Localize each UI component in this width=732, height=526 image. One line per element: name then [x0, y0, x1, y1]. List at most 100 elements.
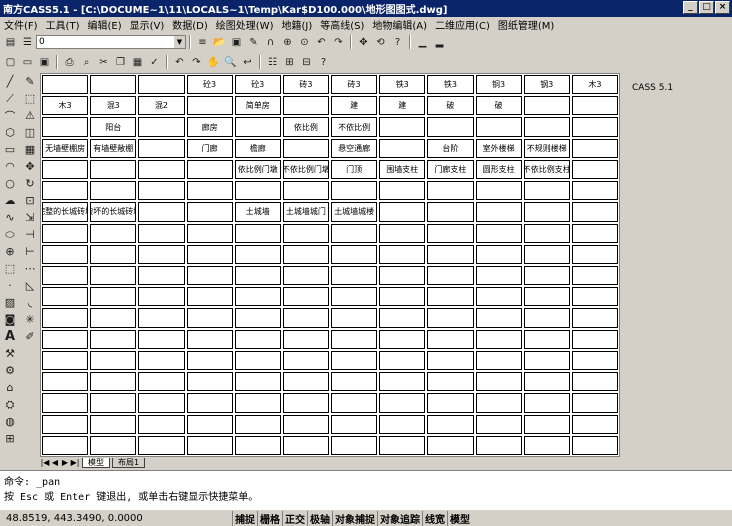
undo-icon[interactable]: ↶: [314, 35, 329, 50]
tool2-icon[interactable]: ⚙: [0, 362, 20, 379]
layer-freeze-icon[interactable]: ▁: [415, 35, 430, 50]
maximize-button[interactable]: □: [699, 1, 714, 14]
status-osnap[interactable]: 对象捕捉: [332, 511, 377, 526]
tab-last-button[interactable]: ▶|: [70, 458, 80, 467]
menu-item-6[interactable]: 地籍(J): [277, 17, 316, 32]
tool-palette-icon[interactable]: ⊟: [299, 55, 314, 70]
menu-item-1[interactable]: 工具(T): [42, 17, 84, 32]
status-polar[interactable]: 极轴: [307, 511, 332, 526]
close-button[interactable]: ×: [715, 1, 730, 14]
redo2-icon[interactable]: ↷: [189, 55, 204, 70]
print-icon[interactable]: ⎙: [62, 55, 77, 70]
tab-first-button[interactable]: |◀: [40, 458, 50, 467]
spline-icon[interactable]: ∿: [0, 209, 20, 226]
fillet-icon[interactable]: ◟: [20, 294, 40, 311]
break-icon[interactable]: ⋯: [20, 260, 40, 277]
open-icon[interactable]: ▭: [20, 55, 35, 70]
mirror-icon[interactable]: ⚠: [20, 107, 40, 124]
insert-icon[interactable]: ⊕: [0, 243, 20, 260]
menu-item-9[interactable]: 二维应用(C): [431, 17, 494, 32]
point-icon[interactable]: ·: [0, 277, 20, 294]
explode-icon[interactable]: ✳: [20, 311, 40, 328]
copy-icon[interactable]: ❐: [113, 55, 128, 70]
chamfer-icon[interactable]: ◺: [20, 277, 40, 294]
rectangle-icon[interactable]: ▭: [0, 141, 20, 158]
polyline-icon[interactable]: ⌒: [0, 107, 20, 124]
pencil-icon[interactable]: ✎: [246, 35, 261, 50]
undo2-icon[interactable]: ↶: [172, 55, 187, 70]
menu-item-2[interactable]: 编辑(E): [83, 17, 125, 32]
design-center-icon[interactable]: ⊞: [282, 55, 297, 70]
mtext-icon[interactable]: A: [0, 328, 20, 345]
status-otrack[interactable]: 对象追踪: [377, 511, 422, 526]
block-icon[interactable]: ⬚: [0, 260, 20, 277]
menu-item-10[interactable]: 图纸管理(M): [494, 17, 558, 32]
layer-props-icon[interactable]: ☰: [20, 35, 35, 50]
move2-icon[interactable]: ✥: [20, 158, 40, 175]
zoom-prev-icon[interactable]: ↩: [240, 55, 255, 70]
polygon-icon[interactable]: ⬡: [0, 124, 20, 141]
region-icon[interactable]: ◙: [0, 311, 20, 328]
menu-item-7[interactable]: 等高线(S): [316, 17, 368, 32]
menu-item-0[interactable]: 文件(F): [0, 17, 42, 32]
copy-tool-icon[interactable]: ⬚: [20, 90, 40, 107]
new-file-icon[interactable]: ▢: [3, 55, 18, 70]
match-icon[interactable]: ✓: [147, 55, 162, 70]
zoom-window-icon[interactable]: ⊙: [297, 35, 312, 50]
drawing-canvas[interactable]: 砼3 砼3 砖3 砖3 铁3 铁3 铜3 钢3 木3 木3 混3 混2 简单房建建破破阳台 廊房 依比例 不依…: [40, 73, 620, 457]
cut-icon[interactable]: ✂: [96, 55, 111, 70]
tab-prev-button[interactable]: ◀: [50, 458, 60, 467]
tool5-icon[interactable]: ◍: [0, 413, 20, 430]
status-model[interactable]: 模型: [447, 511, 472, 526]
tab-model[interactable]: 模型: [82, 457, 110, 468]
scale-icon[interactable]: ⊡: [20, 192, 40, 209]
tab-layout1[interactable]: 布局1: [112, 457, 146, 468]
move-icon[interactable]: ✥: [356, 35, 371, 50]
xline-icon[interactable]: ⟋: [0, 90, 20, 107]
arc-icon[interactable]: ◠: [0, 158, 20, 175]
line-icon[interactable]: ╱: [0, 73, 20, 90]
menu-item-3[interactable]: 显示(V): [126, 17, 169, 32]
help-question-icon[interactable]: ?: [390, 35, 405, 50]
layer-combo[interactable]: 0 ▼: [36, 35, 186, 49]
tab-next-button[interactable]: ▶: [60, 458, 70, 467]
trim-icon[interactable]: ⊣: [20, 226, 40, 243]
tool3-icon[interactable]: ⌂: [0, 379, 20, 396]
help2-question-icon[interactable]: ?: [316, 55, 331, 70]
status-lineweight[interactable]: 线宽: [422, 511, 447, 526]
cloud-icon[interactable]: ☁: [0, 192, 20, 209]
redo-icon[interactable]: ↷: [331, 35, 346, 50]
modify-icon[interactable]: ✎: [20, 73, 40, 90]
tool1-icon[interactable]: ⚒: [0, 345, 20, 362]
tool6-icon[interactable]: ⊞: [0, 430, 20, 447]
paste-icon[interactable]: ▦: [130, 55, 145, 70]
hatch2-icon[interactable]: ▨: [0, 294, 20, 311]
hatch-icon[interactable]: ≡: [195, 35, 210, 50]
layer-lock-icon[interactable]: ▂: [432, 35, 447, 50]
layer-manager-icon[interactable]: ▤: [3, 35, 18, 50]
ellipse-icon[interactable]: ⬭: [0, 226, 20, 243]
array-icon[interactable]: ▦: [20, 141, 40, 158]
status-grid[interactable]: 栅格: [257, 511, 282, 526]
rotate-icon[interactable]: ⟲: [373, 35, 388, 50]
status-snap[interactable]: 捕捉: [232, 511, 257, 526]
extend-icon[interactable]: ⊢: [20, 243, 40, 260]
tool4-icon[interactable]: ⛭: [0, 396, 20, 413]
stretch-icon[interactable]: ⇲: [20, 209, 40, 226]
rotate2-icon[interactable]: ↻: [20, 175, 40, 192]
brush-icon[interactable]: ✐: [20, 328, 40, 345]
status-ortho[interactable]: 正交: [282, 511, 307, 526]
properties-icon[interactable]: ☷: [265, 55, 280, 70]
preview-icon[interactable]: ⌕: [79, 55, 94, 70]
menu-item-5[interactable]: 绘图处理(W): [212, 17, 278, 32]
open-folder-icon[interactable]: 📂: [212, 35, 227, 50]
save-disk-icon[interactable]: ▣: [229, 35, 244, 50]
zoom-realtime-icon[interactable]: 🔍: [223, 55, 238, 70]
minimize-button[interactable]: _: [683, 1, 698, 14]
command-line[interactable]: 命令: _pan 按 Esc 或 Enter 键退出, 或单击右键显示快捷菜单。: [0, 470, 732, 510]
save-icon[interactable]: ▣: [37, 55, 52, 70]
zoom-icon[interactable]: ⊕: [280, 35, 295, 50]
menu-item-8[interactable]: 地物编辑(A): [368, 17, 431, 32]
circle-icon[interactable]: ○: [0, 175, 20, 192]
menu-item-4[interactable]: 数据(D): [168, 17, 212, 32]
